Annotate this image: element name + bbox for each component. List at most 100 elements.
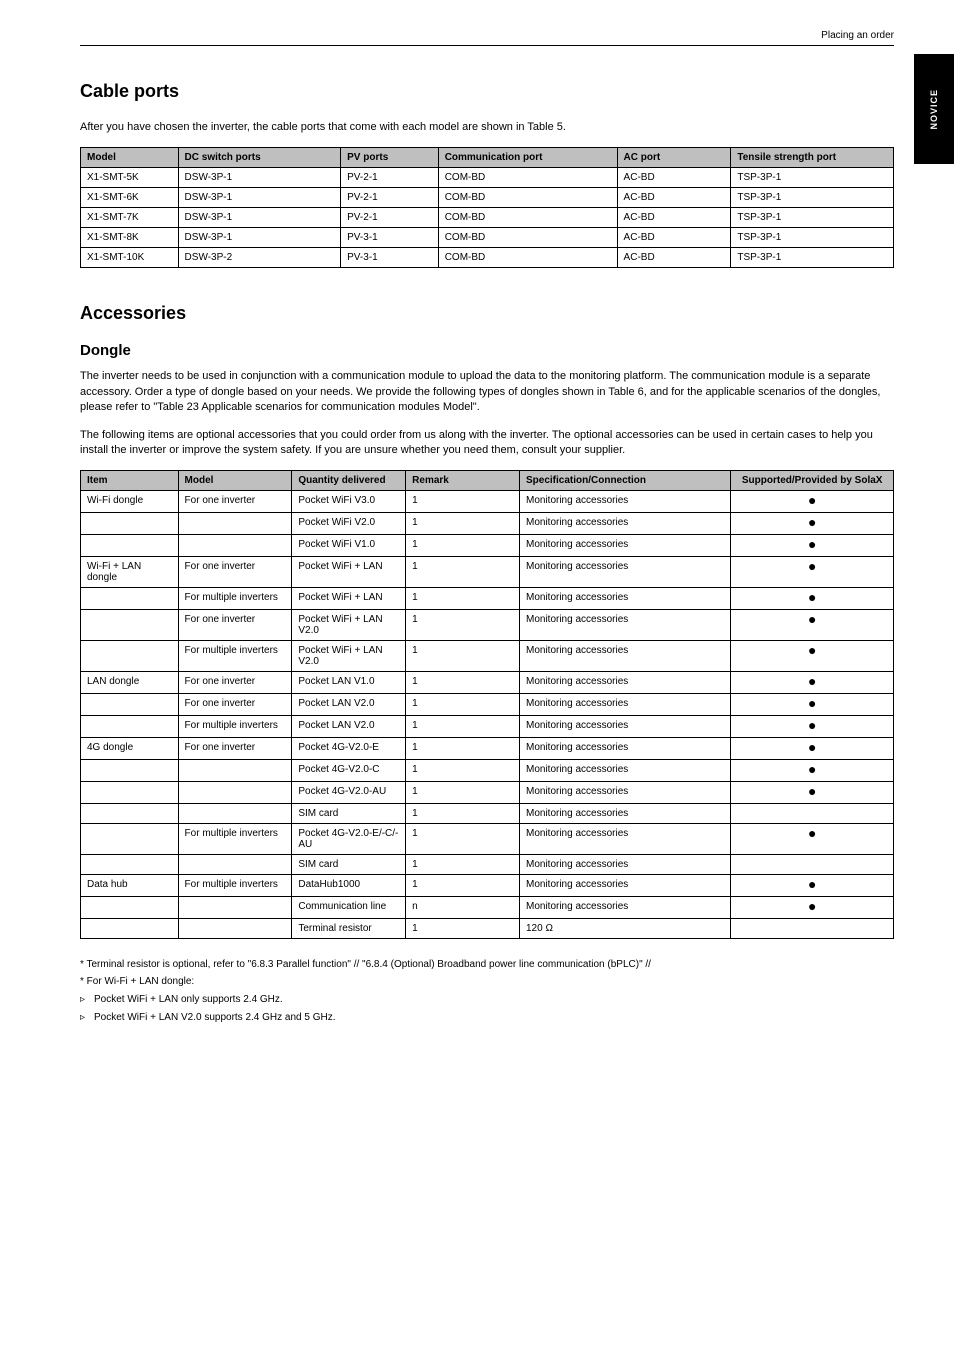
table-row: X1-SMT-6KDSW-3P-1PV-2-1COM-BDAC-BDTSP-3P… <box>81 188 894 208</box>
table-cell <box>81 610 179 641</box>
table-cell: Pocket WiFi + LAN <box>292 557 406 588</box>
table-cell: Communication line <box>292 897 406 919</box>
section-accessories-title: Accessories <box>80 303 894 324</box>
table-cell: 120 Ω <box>519 919 730 939</box>
filled-circle-icon: ● <box>808 642 816 658</box>
table-cell: ● <box>731 513 894 535</box>
footnote-bullet-text: Pocket WiFi + LAN only supports 2.4 GHz. <box>94 992 283 1007</box>
accessories-table: Item Model Quantity delivered Remark Spe… <box>80 470 894 939</box>
table-cell: LAN dongle <box>81 672 179 694</box>
table-cell: 1 <box>406 875 520 897</box>
table-cell: Monitoring accessories <box>519 491 730 513</box>
table-cell <box>731 855 894 875</box>
table-row: Data hubFor multiple invertersDataHub100… <box>81 875 894 897</box>
table-cell <box>81 535 179 557</box>
table-cell <box>81 782 179 804</box>
th-model: Model <box>81 148 179 168</box>
table-row: Terminal resistor1120 Ω <box>81 919 894 939</box>
table-cell <box>81 760 179 782</box>
table-cell: TSP-3P-1 <box>731 248 894 268</box>
table-cell: ● <box>731 738 894 760</box>
table-cell: Pocket 4G-V2.0-E/-C/-AU <box>292 824 406 855</box>
table-cell: 1 <box>406 855 520 875</box>
table-cell: Pocket WiFi V1.0 <box>292 535 406 557</box>
table-cell: Monitoring accessories <box>519 782 730 804</box>
header-divider <box>80 45 894 46</box>
table-cell: ● <box>731 824 894 855</box>
table-cell: DSW-3P-1 <box>178 188 341 208</box>
table-cell: Monitoring accessories <box>519 641 730 672</box>
table-cell: Pocket WiFi V2.0 <box>292 513 406 535</box>
table-cell <box>178 855 292 875</box>
table-cell: 1 <box>406 716 520 738</box>
table-cell: Monitoring accessories <box>519 824 730 855</box>
table-cell: ● <box>731 588 894 610</box>
table-cell: Monitoring accessories <box>519 738 730 760</box>
subsection-dongle-title: Dongle <box>80 342 894 359</box>
table-cell <box>731 919 894 939</box>
table-cell <box>178 804 292 824</box>
table-cell: Pocket 4G-V2.0-AU <box>292 782 406 804</box>
page-header-right: Placing an order <box>821 30 894 41</box>
footnote-1: * Terminal resistor is optional, refer t… <box>80 957 894 972</box>
table-row: 4G dongleFor one inverterPocket 4G-V2.0-… <box>81 738 894 760</box>
table-cell: Pocket WiFi + LAN V2.0 <box>292 610 406 641</box>
table-cell: 1 <box>406 782 520 804</box>
table-row: Pocket 4G-V2.0-AU1Monitoring accessories… <box>81 782 894 804</box>
table-row: SIM card1Monitoring accessories <box>81 804 894 824</box>
table-cell: Pocket WiFi + LAN V2.0 <box>292 641 406 672</box>
table-cell: COM-BD <box>438 188 617 208</box>
table-cell: Monitoring accessories <box>519 588 730 610</box>
table-cell: AC-BD <box>617 208 731 228</box>
filled-circle-icon: ● <box>808 717 816 733</box>
filled-circle-icon: ● <box>808 898 816 914</box>
table-cell: Monitoring accessories <box>519 897 730 919</box>
table-cell <box>178 535 292 557</box>
table-cell: 1 <box>406 919 520 939</box>
th-item: Item <box>81 471 179 491</box>
table-cell: Monitoring accessories <box>519 557 730 588</box>
table-cell: Pocket WiFi V3.0 <box>292 491 406 513</box>
table-cell: PV-2-1 <box>341 188 439 208</box>
table-cell <box>81 588 179 610</box>
table-cell: Terminal resistor <box>292 919 406 939</box>
footnote-bullet: ▹Pocket WiFi + LAN only supports 2.4 GHz… <box>80 992 894 1007</box>
table-cell: 4G dongle <box>81 738 179 760</box>
table-cell: ● <box>731 491 894 513</box>
filled-circle-icon: ● <box>808 739 816 755</box>
th-a-model: Model <box>178 471 292 491</box>
table-cell: ● <box>731 535 894 557</box>
footnote-bullet-text: Pocket WiFi + LAN V2.0 supports 2.4 GHz … <box>94 1010 336 1025</box>
table-cell: Monitoring accessories <box>519 535 730 557</box>
table-cell: 1 <box>406 641 520 672</box>
cable-ports-table: Model DC switch ports PV ports Communica… <box>80 147 894 268</box>
table-cell: Pocket LAN V2.0 <box>292 716 406 738</box>
table-cell: Pocket 4G-V2.0-C <box>292 760 406 782</box>
table-cell <box>81 694 179 716</box>
filled-circle-icon: ● <box>808 589 816 605</box>
table-row: For one inverterPocket LAN V2.01Monitori… <box>81 694 894 716</box>
filled-circle-icon: ● <box>808 876 816 892</box>
table-cell: For multiple inverters <box>178 875 292 897</box>
table-row: X1-SMT-10KDSW-3P-2PV-3-1COM-BDAC-BDTSP-3… <box>81 248 894 268</box>
table-row: For multiple invertersPocket 4G-V2.0-E/-… <box>81 824 894 855</box>
table-cell: DSW-3P-1 <box>178 168 341 188</box>
table-cell: 1 <box>406 672 520 694</box>
table-cell: ● <box>731 672 894 694</box>
table-cell: COM-BD <box>438 228 617 248</box>
table-cell: Pocket WiFi + LAN <box>292 588 406 610</box>
table-cell <box>81 897 179 919</box>
table-cell: Monitoring accessories <box>519 716 730 738</box>
table-row: Wi-Fi dongleFor one inverterPocket WiFi … <box>81 491 894 513</box>
table-cell: COM-BD <box>438 208 617 228</box>
filled-circle-icon: ● <box>808 611 816 627</box>
table-cell: 1 <box>406 694 520 716</box>
table-cell: 1 <box>406 738 520 760</box>
table-cell: Wi-Fi + LAN dongle <box>81 557 179 588</box>
table-cell: PV-3-1 <box>341 228 439 248</box>
table-cell <box>81 855 179 875</box>
filled-circle-icon: ● <box>808 673 816 689</box>
table-row: X1-SMT-5KDSW-3P-1PV-2-1COM-BDAC-BDTSP-3P… <box>81 168 894 188</box>
table-cell: For multiple inverters <box>178 588 292 610</box>
table-cell: 1 <box>406 824 520 855</box>
